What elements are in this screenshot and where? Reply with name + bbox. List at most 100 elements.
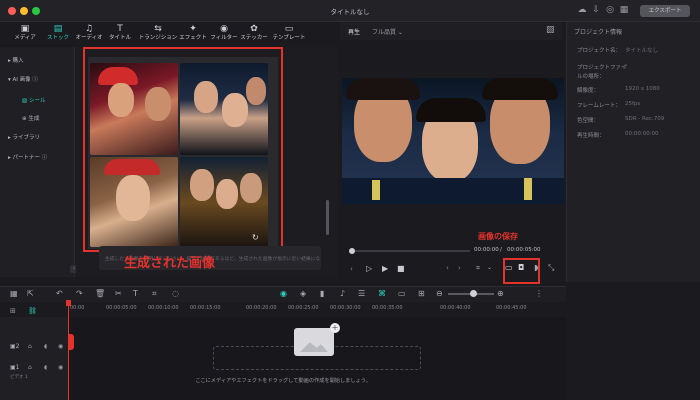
- lock-icon[interactable]: ⌂: [28, 343, 32, 350]
- tab-audio[interactable]: ♫ オーディオ: [74, 24, 104, 44]
- grid-icon[interactable]: ▦: [619, 5, 629, 15]
- mic-icon[interactable]: ♪: [340, 289, 345, 299]
- sticker-icon: ✿: [250, 24, 258, 34]
- prop-value-colorspace: SDR - Rec.709: [625, 116, 665, 122]
- track-1-label: ▣1: [10, 364, 20, 371]
- annotation-box-generated-images: [83, 47, 283, 252]
- zoom-slider-handle[interactable]: [470, 290, 477, 297]
- snapshot-view-icon[interactable]: ▨: [546, 25, 555, 35]
- ruler-tick: 00:00:45:00: [496, 305, 527, 311]
- crop-icon[interactable]: ⌗: [476, 264, 480, 273]
- add-track-icon[interactable]: ⊞: [10, 307, 16, 315]
- tab-media[interactable]: ▣ メディア: [10, 24, 40, 44]
- tab-title[interactable]: T タイトル: [105, 24, 135, 44]
- mute-icon[interactable]: ◖: [44, 343, 47, 350]
- crop-tool-icon[interactable]: ⌗: [152, 289, 157, 299]
- shield-icon[interactable]: ◈: [300, 289, 306, 299]
- eye-icon[interactable]: ◉: [58, 343, 63, 350]
- preview-video: [342, 78, 564, 204]
- chevron-down-icon: ⌄: [396, 29, 403, 36]
- sidebar-item-sticker[interactable]: ▧ シール: [22, 96, 45, 104]
- more-grid-icon[interactable]: ⋮: [535, 289, 543, 299]
- asset-tabs: ▣ メディア ▤ ストック ♫ オーディオ T タイトル ⇆ トランジション ✦ エフェクト…: [10, 24, 330, 44]
- prev-frame-icon[interactable]: ‹: [350, 265, 353, 273]
- marker-icon[interactable]: ▮: [320, 289, 324, 299]
- separator: /: [500, 247, 502, 253]
- export-button[interactable]: エクスポート: [640, 5, 690, 17]
- sidebar-item-ai-image[interactable]: ▾ AI 画像 ⓘ: [8, 75, 38, 83]
- mark-in-icon[interactable]: ‹: [446, 264, 449, 272]
- track-2-label: ▣2: [10, 343, 20, 350]
- chevron-down-icon[interactable]: ⌄: [487, 264, 492, 271]
- hair-shape: [346, 78, 420, 100]
- snap-icon[interactable]: ⌘: [378, 289, 386, 299]
- prop-value-resolution: 1920 x 1080: [625, 86, 660, 92]
- zoom-out-icon[interactable]: ⊖: [436, 289, 443, 299]
- prop-label-name: プロジェクト名：: [577, 48, 622, 54]
- cloud-icon[interactable]: ☁: [577, 5, 587, 15]
- lock-icon[interactable]: ⌂: [28, 364, 32, 371]
- music-icon: ♫: [84, 24, 94, 34]
- ruler-tick: 00:00:10:00: [148, 305, 179, 311]
- mute-icon[interactable]: ◖: [44, 364, 47, 371]
- undo-icon[interactable]: ↶: [56, 289, 63, 299]
- prop-value-location: /: [625, 64, 627, 70]
- layers-icon[interactable]: ☰: [358, 289, 365, 299]
- playhead[interactable]: [68, 300, 69, 400]
- panel-title: プロジェクト情報: [574, 29, 623, 36]
- sidebar-item-library[interactable]: ▸ ライブラリ: [8, 133, 40, 141]
- link-icon[interactable]: ⛓: [28, 307, 37, 315]
- quality-select[interactable]: フル品質 ⌄: [372, 27, 403, 36]
- fit-icon[interactable]: ⊞: [418, 289, 425, 299]
- annotation-save-image: 画像の保存: [478, 232, 518, 241]
- mark-out-icon[interactable]: ›: [458, 264, 461, 272]
- tab-effect[interactable]: ✦ エフェクト: [178, 24, 208, 44]
- redo-icon[interactable]: ↷: [76, 289, 83, 299]
- eye-icon[interactable]: ◉: [58, 364, 63, 371]
- download-icon[interactable]: ⇩: [591, 5, 601, 15]
- prop-label-resolution: 解像度：: [577, 88, 600, 94]
- tab-stock[interactable]: ▤ ストック: [43, 24, 73, 44]
- tab-play[interactable]: 再生: [348, 27, 360, 36]
- text-tool-icon[interactable]: T: [133, 289, 138, 299]
- tab-filter[interactable]: ◉ フィルター: [209, 24, 239, 44]
- filter-icon: ◉: [220, 24, 228, 34]
- playhead-handle[interactable]: [66, 300, 71, 306]
- ruler-tick: 00:00:20:00: [246, 305, 277, 311]
- transition-icon: ⇆: [154, 24, 162, 34]
- color-icon[interactable]: ◌: [172, 289, 179, 299]
- zoom-in-icon[interactable]: ⊕: [497, 289, 504, 299]
- annotation-generated-images: 生成された画像: [124, 256, 216, 271]
- tab-template[interactable]: ▭ テンプレート: [270, 24, 308, 44]
- play-pause-icon[interactable]: ▷: [366, 264, 372, 273]
- sidebar-item-partner[interactable]: ▸ パートナー ⓘ: [8, 153, 47, 161]
- prop-value-framerate: 25fps: [625, 101, 641, 107]
- playhead-marker[interactable]: [68, 334, 74, 350]
- tab-sticker[interactable]: ✿ ステッカー: [239, 24, 269, 44]
- add-media-image-icon[interactable]: +: [294, 323, 340, 356]
- sidebar-item-generate[interactable]: ⊕ 生成: [22, 114, 39, 122]
- ruler-tick: 00:00:35:00: [372, 305, 403, 311]
- tab-transition[interactable]: ⇆ トランジション: [138, 24, 178, 44]
- prop-label-framerate: フレームレート：: [577, 103, 621, 109]
- split-icon[interactable]: ▭: [398, 289, 406, 299]
- layout-icon[interactable]: ▦: [10, 289, 18, 299]
- total-time: 00:00:05:00: [507, 247, 541, 253]
- select-tool-icon[interactable]: ⇱: [27, 289, 34, 299]
- delete-icon[interactable]: 🗑: [95, 289, 105, 299]
- stop-icon[interactable]: ■: [397, 264, 405, 273]
- scrub-bar[interactable]: [355, 250, 470, 252]
- play-icon[interactable]: ▶: [382, 264, 388, 273]
- prop-label-location: プロジェクトファイルの場所：: [577, 65, 627, 80]
- ai-icon[interactable]: ◉: [280, 289, 287, 299]
- fullscreen-icon[interactable]: ⤡: [548, 263, 554, 273]
- media-scrollbar[interactable]: [326, 200, 329, 235]
- effect-icon: ✦: [189, 24, 197, 34]
- sidebar-item-purchase[interactable]: ▸ 購入: [8, 56, 24, 64]
- prop-value-duration: 00:00:00:00: [625, 131, 659, 137]
- cut-icon[interactable]: ✂: [115, 289, 122, 299]
- hair-shape: [482, 78, 558, 100]
- ruler-tick: 00:00:30:00: [330, 305, 361, 311]
- headset-icon[interactable]: ◎: [605, 5, 615, 15]
- ruler-tick: 00:00:05:00: [106, 305, 137, 311]
